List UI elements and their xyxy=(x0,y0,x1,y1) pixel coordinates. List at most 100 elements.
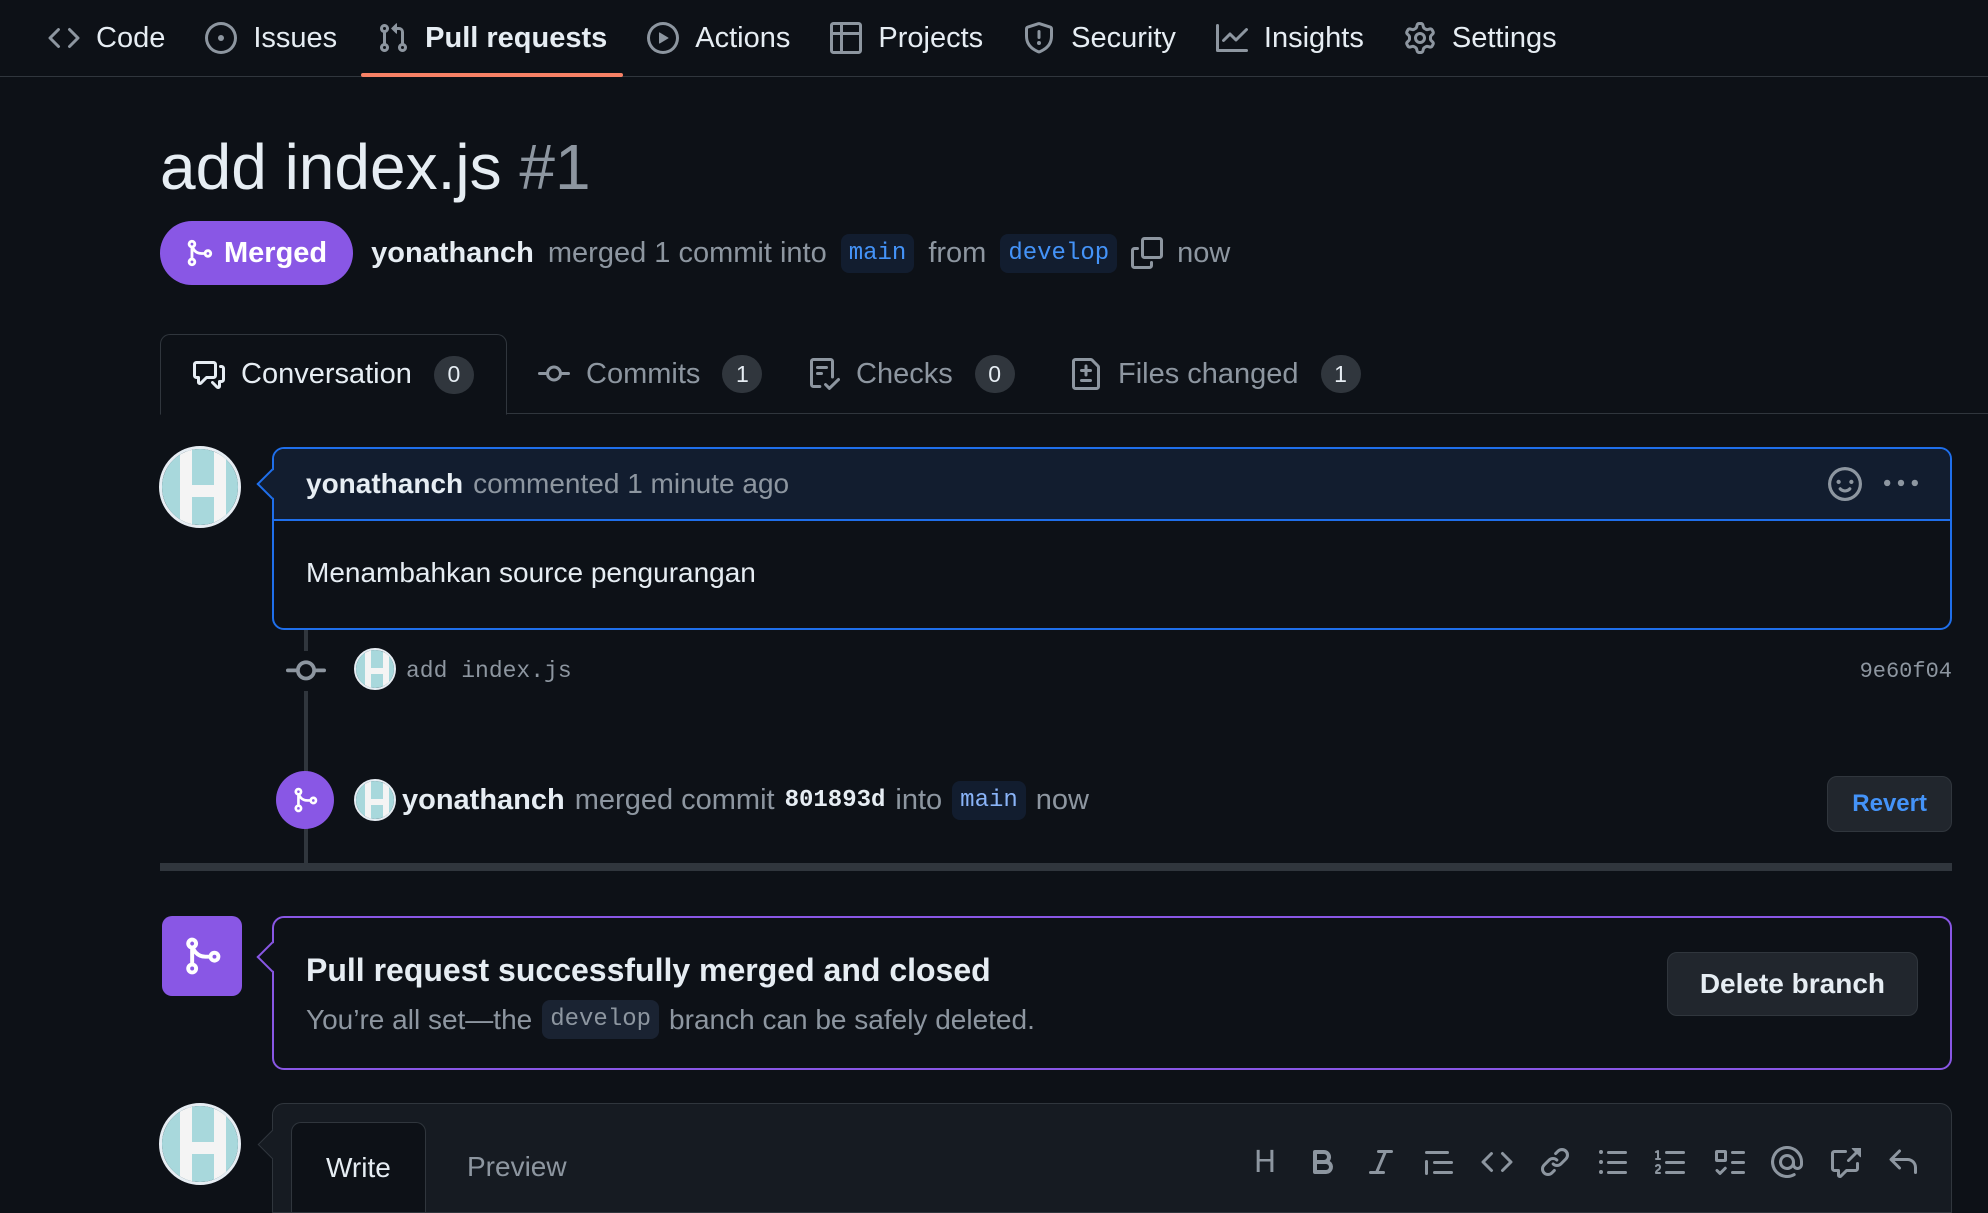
tab-conversation-label: Conversation xyxy=(241,358,412,390)
reply-icon xyxy=(1889,1149,1917,1174)
merge-event-text: yonathanch merged commit 801893d into ma… xyxy=(402,780,1089,820)
link-tool[interactable] xyxy=(1537,1144,1573,1180)
nav-code-label: Code xyxy=(96,21,166,54)
nav-actions[interactable]: Actions xyxy=(631,0,806,76)
git-pull-request-icon xyxy=(380,23,408,53)
commit-message-link[interactable]: add index.js xyxy=(406,658,572,684)
tab-files-changed[interactable]: Files changed 1 xyxy=(1070,334,1361,414)
timeline-commit-item: add index.js 9e60f04 xyxy=(286,646,1952,696)
revert-button[interactable]: Revert xyxy=(1827,776,1952,832)
pr-number: #1 xyxy=(519,131,591,203)
identicon-avatar xyxy=(162,449,238,525)
comment-discussion-icon xyxy=(193,360,225,389)
editor-tab-write[interactable]: Write xyxy=(291,1122,426,1212)
play-icon xyxy=(647,22,680,54)
current-user-avatar[interactable] xyxy=(159,1103,241,1185)
identicon-avatar xyxy=(162,1106,238,1182)
checklist-icon xyxy=(810,358,840,390)
nav-security[interactable]: Security xyxy=(1007,0,1192,76)
editor-tab-preview[interactable]: Preview xyxy=(433,1122,601,1212)
merge-status-sub-before: You’re all set—the xyxy=(306,1003,533,1035)
identicon-avatar xyxy=(356,650,394,688)
commit-author-avatar[interactable] xyxy=(354,648,396,690)
nav-projects[interactable]: Projects xyxy=(814,0,999,76)
tab-conversation[interactable]: Conversation 0 xyxy=(160,334,507,415)
pr-state-row: Merged yonathanch merged 1 commit into m… xyxy=(160,221,1230,285)
nav-issues[interactable]: Issues xyxy=(189,0,353,76)
tab-conversation-count: 0 xyxy=(433,355,474,394)
merge-status-sub-after: branch can be safely deleted. xyxy=(669,1003,1035,1035)
markdown-toolbar: H xyxy=(1247,1144,1921,1180)
merged-status-badge: Merged xyxy=(160,221,354,285)
quote-tool[interactable] xyxy=(1421,1144,1457,1180)
comment-author-avatar[interactable] xyxy=(159,446,241,528)
quote-icon xyxy=(1425,1151,1453,1175)
timeline-merge-event: yonathanch merged commit 801893d into ma… xyxy=(276,770,1952,832)
commit-sha-link[interactable]: 9e60f04 xyxy=(1860,659,1952,684)
ordered-list-tool[interactable] xyxy=(1653,1144,1689,1180)
heading-icon: H xyxy=(1253,1144,1277,1180)
merged-status-icon-box xyxy=(162,916,242,996)
merge-commit-sha-link[interactable]: 801893d xyxy=(785,787,886,814)
nav-code[interactable]: Code xyxy=(32,0,181,76)
merger-author-link[interactable]: yonathanch xyxy=(402,784,565,817)
merge-target-branch[interactable]: main xyxy=(952,780,1026,820)
tab-commits-count: 1 xyxy=(722,355,763,393)
merged-status-label: Merged xyxy=(224,236,328,269)
shield-icon xyxy=(1025,22,1054,54)
git-commit-icon xyxy=(286,651,326,691)
timeline-divider xyxy=(160,863,1952,871)
pr-summary-text: merged 1 commit into xyxy=(547,236,827,269)
list-ordered-icon xyxy=(1655,1150,1685,1174)
pr-author-link[interactable]: yonathanch xyxy=(371,237,534,270)
comment-header: yonathanch commented 1 minute ago xyxy=(274,449,1950,521)
kebab-horizontal-icon[interactable] xyxy=(1884,467,1918,501)
nav-settings[interactable]: Settings xyxy=(1388,0,1573,76)
nav-pull-requests[interactable]: Pull requests xyxy=(361,0,624,77)
graph-icon xyxy=(1215,24,1248,52)
task-list-tool[interactable] xyxy=(1711,1144,1747,1180)
pr-time: now xyxy=(1177,236,1231,269)
tab-checks[interactable]: Checks 0 xyxy=(808,334,1015,414)
smiley-icon[interactable] xyxy=(1828,467,1862,501)
unordered-list-tool[interactable] xyxy=(1595,1144,1631,1180)
code-tool[interactable] xyxy=(1479,1144,1515,1180)
merge-event-time[interactable]: now xyxy=(1036,784,1089,817)
comment-author-link[interactable]: yonathanch xyxy=(306,468,463,500)
issue-opened-icon xyxy=(205,22,238,54)
comment-body: Menambahkan source pengurangan xyxy=(306,557,756,588)
comment-meta[interactable]: commented 1 minute ago xyxy=(473,468,789,500)
delete-branch-button[interactable]: Delete branch xyxy=(1666,952,1918,1016)
file-diff-icon xyxy=(1072,358,1100,390)
list-unordered-icon xyxy=(1599,1150,1627,1174)
base-branch-link[interactable]: main xyxy=(840,233,915,273)
copy-icon[interactable] xyxy=(1131,237,1164,269)
git-merge-icon xyxy=(187,239,213,267)
pr-description-comment: yonathanch commented 1 minute ago Menamb… xyxy=(272,447,1952,630)
nav-insights[interactable]: Insights xyxy=(1200,0,1380,76)
bold-tool[interactable] xyxy=(1305,1144,1341,1180)
nav-actions-label: Actions xyxy=(695,21,791,54)
identicon-avatar xyxy=(356,781,394,819)
merger-avatar[interactable] xyxy=(354,779,396,821)
table-icon xyxy=(830,22,863,54)
deletable-branch[interactable]: develop xyxy=(542,1000,660,1039)
saved-replies-tool[interactable] xyxy=(1885,1144,1921,1180)
mention-icon xyxy=(1771,1146,1803,1178)
cross-reference-tool[interactable] xyxy=(1827,1144,1863,1180)
tab-checks-label: Checks xyxy=(856,357,953,390)
tab-commits[interactable]: Commits 1 xyxy=(538,334,763,414)
repo-nav: Code Issues Pull requests Actions Projec… xyxy=(0,0,1988,77)
italic-tool[interactable] xyxy=(1363,1144,1399,1180)
merge-status-title: Pull request successfully merged and clo… xyxy=(306,952,991,988)
bold-icon xyxy=(1313,1150,1334,1174)
nav-insights-label: Insights xyxy=(1263,21,1364,54)
comment-editor: Write Preview H xyxy=(272,1103,1952,1213)
nav-pull-requests-label: Pull requests xyxy=(425,21,608,54)
merge-status-box: Pull request successfully merged and clo… xyxy=(272,916,1952,1070)
mention-tool[interactable] xyxy=(1769,1144,1805,1180)
heading-tool[interactable]: H xyxy=(1247,1144,1283,1180)
nav-settings-label: Settings xyxy=(1451,21,1557,54)
pr-title-text: add index.js xyxy=(160,131,502,203)
head-branch-link[interactable]: develop xyxy=(1000,233,1118,273)
